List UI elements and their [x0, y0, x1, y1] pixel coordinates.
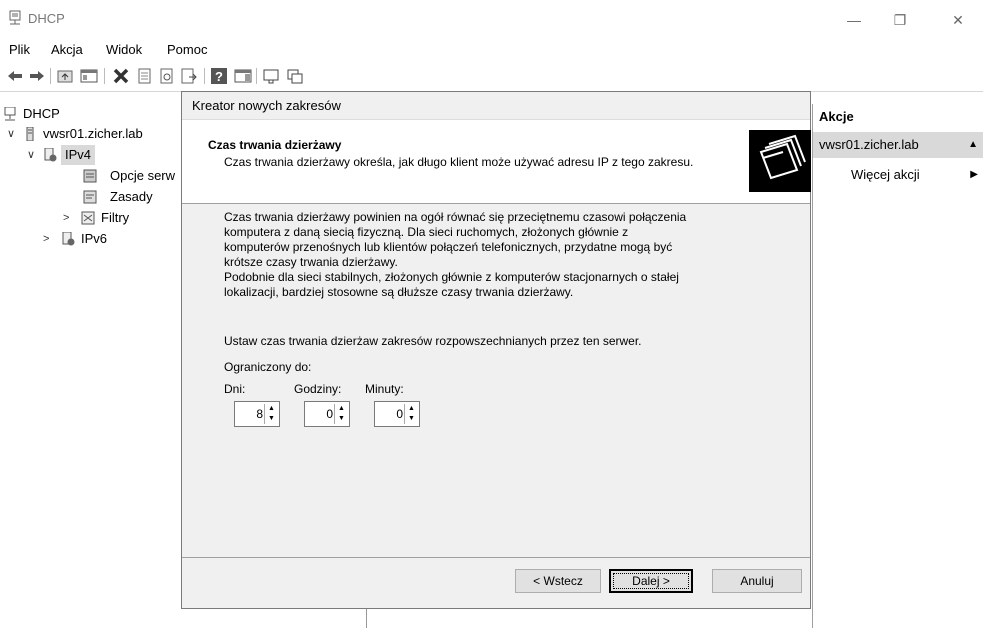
dhcp-icon — [3, 106, 17, 121]
close-button[interactable]: ✕ — [935, 6, 981, 34]
new-scope-wizard-dialog: Kreator nowych zakresów Czas trwania dzi… — [181, 91, 811, 609]
days-label: Dni: — [224, 382, 246, 396]
wizard-page-title: Czas trwania dzierżawy — [208, 138, 342, 152]
svg-text:?: ? — [215, 69, 223, 84]
days-value[interactable]: 8 — [256, 407, 263, 422]
chevron-right-icon[interactable]: > — [43, 229, 49, 249]
next-button[interactable]: Dalej > — [609, 569, 693, 593]
server-options-icon[interactable] — [286, 67, 304, 85]
wizard-title: Kreator nowych zakresów — [192, 98, 341, 113]
dhcp-app-icon — [7, 10, 23, 26]
wizard-footer-divider — [182, 557, 810, 558]
wizard-page-description: Czas trwania dzierżawy określa, jak dług… — [224, 155, 694, 169]
chevron-right-icon[interactable]: > — [63, 208, 69, 228]
toolbar-separator — [204, 68, 205, 84]
hours-label: Godziny: — [294, 382, 342, 396]
days-spinner[interactable]: 8 ▲ ▼ — [234, 401, 280, 427]
hours-spinner[interactable]: 0 ▲ ▼ — [304, 401, 350, 427]
minimize-button[interactable]: — — [831, 6, 877, 34]
description-line: lokalizacji, bardziej stosowne są dłuższ… — [224, 285, 574, 299]
refresh-icon[interactable] — [158, 67, 176, 85]
next-button-label: Dalej > — [632, 574, 670, 588]
spin-arrows[interactable]: ▲ ▼ — [264, 404, 278, 424]
wizard-folders-icon — [749, 130, 811, 192]
actions-server-label: vwsr01.zicher.lab — [819, 137, 919, 152]
menu-action[interactable]: Akcja — [51, 42, 83, 57]
export-list-icon[interactable] — [180, 67, 198, 85]
toolbar: ? — [0, 63, 983, 92]
back-arrow-icon[interactable] — [6, 67, 24, 85]
minutes-spinner[interactable]: 0 ▲ ▼ — [374, 401, 420, 427]
actions-pane: Akcje vwsr01.zicher.lab ▲ Więcej akcji ▶ — [812, 104, 983, 628]
filters-icon — [81, 211, 95, 225]
up-folder-icon[interactable] — [56, 67, 74, 85]
limited-to-label: Ograniczony do: — [224, 360, 312, 374]
action-pane-icon[interactable] — [234, 67, 252, 85]
toolbar-separator — [50, 68, 51, 84]
console-tree: DHCP ∨ vwsr01.zicher.lab ∨ IPv4 Opcje se… — [0, 94, 183, 628]
title-bar: DHCP — ❐ ✕ — [0, 0, 983, 40]
actions-header: Akcje — [819, 109, 854, 124]
minutes-label: Minuty: — [365, 382, 404, 396]
window-title: DHCP — [28, 11, 65, 26]
set-duration-instruction: Ustaw czas trwania dzierżaw zakresów roz… — [224, 334, 642, 348]
description-line: Czas trwania dzierżawy powinien na ogół … — [224, 210, 687, 224]
spin-up-icon[interactable]: ▲ — [405, 404, 418, 414]
spin-up-icon[interactable]: ▲ — [335, 404, 348, 414]
actions-server-section[interactable]: vwsr01.zicher.lab ▲ — [813, 132, 983, 158]
collapse-up-icon[interactable]: ▲ — [968, 132, 978, 158]
description-line: komputerów przenośnych lub klientów połą… — [224, 240, 673, 254]
wizard-header: Czas trwania dzierżawy Czas trwania dzie… — [182, 119, 811, 204]
description-line: krótsze czasy trwania dzierżawy. — [224, 255, 398, 269]
forward-arrow-icon[interactable] — [28, 67, 46, 85]
properties-icon[interactable] — [136, 67, 154, 85]
chevron-down-icon[interactable]: ∨ — [7, 124, 15, 144]
menu-view[interactable]: Widok — [106, 42, 142, 57]
help-icon[interactable]: ? — [210, 67, 228, 85]
policies-icon — [83, 190, 97, 204]
back-button[interactable]: < Wstecz — [515, 569, 601, 593]
chevron-down-icon[interactable]: ∨ — [27, 145, 35, 165]
description-line: Podobnie dla sieci stabilnych, złożonych… — [224, 270, 679, 284]
more-actions-label: Więcej akcji — [851, 167, 920, 182]
spin-down-icon[interactable]: ▼ — [405, 414, 418, 424]
maximize-button[interactable]: ❐ — [877, 6, 923, 34]
hours-value[interactable]: 0 — [326, 407, 333, 422]
server-icon — [23, 126, 37, 142]
display-statistics-icon[interactable] — [262, 67, 280, 85]
spin-arrows[interactable]: ▲ ▼ — [334, 404, 348, 424]
options-icon — [83, 169, 97, 183]
submenu-arrow-icon: ▶ — [970, 169, 978, 180]
toolbar-separator — [256, 68, 257, 84]
toolbar-separator — [104, 68, 105, 84]
spin-arrows[interactable]: ▲ ▼ — [404, 404, 418, 424]
menu-file[interactable]: Plik — [9, 42, 30, 57]
show-hide-console-tree-icon[interactable] — [80, 67, 98, 85]
spin-up-icon[interactable]: ▲ — [265, 404, 278, 414]
spin-down-icon[interactable]: ▼ — [265, 414, 278, 424]
delete-icon[interactable] — [112, 67, 130, 85]
cancel-button[interactable]: Anuluj — [712, 569, 802, 593]
pane-divider — [366, 608, 367, 628]
description-line: komputera z daną siecią fizyczną. Dla si… — [224, 225, 629, 239]
spin-down-icon[interactable]: ▼ — [335, 414, 348, 424]
ipv4-icon — [43, 147, 57, 162]
minutes-value[interactable]: 0 — [396, 407, 403, 422]
menu-help[interactable]: Pomoc — [167, 42, 207, 57]
menu-bar: Plik Akcja Widok Pomoc — [0, 38, 983, 62]
more-actions[interactable]: Więcej akcji ▶ — [813, 162, 983, 188]
ipv6-icon — [61, 231, 75, 246]
